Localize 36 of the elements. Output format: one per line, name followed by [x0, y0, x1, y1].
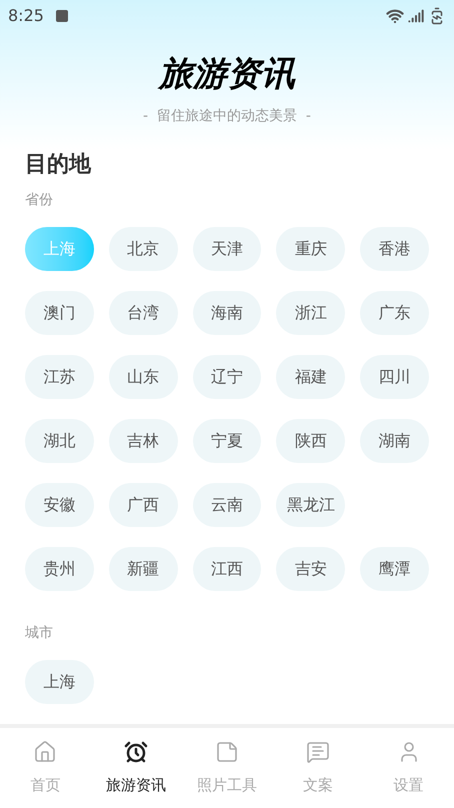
destination-chip[interactable]: 香港 — [360, 227, 429, 271]
group-label: 省份 — [25, 191, 54, 210]
destination-chip[interactable]: 湖南 — [360, 419, 429, 463]
destination-chip[interactable]: 吉安 — [276, 547, 346, 591]
destination-chip[interactable]: 四川 — [360, 355, 429, 399]
tab-bar-item[interactable]: 旅游资讯 — [90, 740, 182, 796]
destination-chip[interactable]: 台湾 — [108, 291, 178, 335]
destination-chip[interactable]: 辽宁 — [192, 355, 262, 399]
destination-chip[interactable]: 江苏 — [25, 355, 94, 399]
destination-chip[interactable]: 鹰潭 — [360, 547, 429, 591]
destination-chip[interactable]: 重庆 — [276, 227, 346, 271]
destination-chip[interactable]: 黑龙江 — [276, 483, 346, 527]
destination-chip[interactable]: 广东 — [360, 291, 429, 335]
destination-chip[interactable]: 新疆 — [108, 547, 178, 591]
destination-chip[interactable]: 陕西 — [276, 419, 346, 463]
destination-chip[interactable]: 宁夏 — [192, 419, 262, 463]
destination-chip[interactable]: 福建 — [276, 355, 346, 399]
destination-chip[interactable]: 北京 — [108, 227, 178, 271]
destination-chip[interactable]: 湖北 — [25, 419, 94, 463]
destination-chip[interactable]: 天津 — [192, 227, 262, 271]
group-label: 城市 — [25, 624, 54, 643]
page-subtitle: - 留住旅途中的动态美景 - — [143, 107, 311, 126]
destination-chip[interactable]: 云南 — [192, 483, 262, 527]
destination-chip[interactable]: 贵州 — [25, 547, 94, 591]
destination-chip[interactable]: 江西 — [192, 547, 262, 591]
destination-chip[interactable]: 吉林 — [108, 419, 178, 463]
destination-chip[interactable]: 浙江 — [276, 291, 346, 335]
destination-chip[interactable]: 山东 — [108, 355, 178, 399]
destination-chip[interactable]: 海南 — [192, 291, 262, 335]
destination-chip[interactable]: 广西 — [108, 483, 178, 527]
status-time: 8:25 — [8, 5, 44, 27]
section-title: 目的地 — [25, 151, 92, 179]
destination-chip[interactable]: 安徽 — [25, 483, 94, 527]
destination-chip[interactable]: 澳门 — [25, 291, 94, 335]
destination-chip[interactable]: 上海 — [25, 660, 94, 704]
page-title: 旅游资讯 — [159, 53, 295, 96]
